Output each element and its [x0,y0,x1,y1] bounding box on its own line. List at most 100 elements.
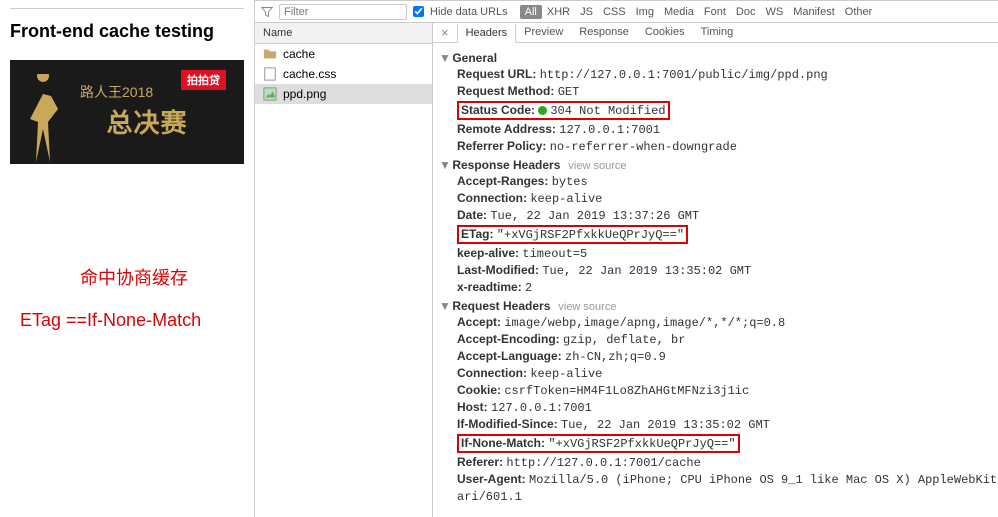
header-key: x-readtime: [457,280,522,294]
header-row: Accept: image/webp,image/apng,image/*,*/… [457,315,998,330]
devtools-network-panel: Hide data URLs AllXHRJSCSSImgMediaFontDo… [255,0,998,517]
header-key: Request URL: [457,67,536,81]
header-row: Date: Tue, 22 Jan 2019 13:37:26 GMT [457,208,998,223]
type-filter-img[interactable]: Img [631,5,659,19]
header-row: Referer: http://127.0.0.1:7001/cache [457,455,998,470]
header-row: keep-alive: timeout=5 [457,246,998,261]
header-row: Accept-Language: zh-CN,zh;q=0.9 [457,349,998,364]
header-key: Cookie: [457,383,501,397]
filter-input[interactable] [279,4,407,20]
header-key: ETag: [461,227,493,241]
hide-data-urls-checkbox[interactable] [413,6,424,17]
tab-timing[interactable]: Timing [693,23,742,42]
banner-sub: 路人王2018 [80,82,153,102]
header-value: 127.0.0.1:7001 [491,401,592,415]
request-list-header[interactable]: Name [255,23,432,44]
image-file-icon [263,87,277,101]
header-key: Connection: [457,191,527,205]
filter-icon[interactable] [261,6,273,18]
header-key: keep-alive: [457,246,519,260]
request-name: ppd.png [283,87,326,101]
header-key: Last-Modified: [457,263,539,277]
header-key: Accept-Ranges: [457,174,548,188]
section-general[interactable]: ▼ General [439,51,998,65]
request-name: cache [283,47,315,61]
header-key: Date: [457,208,487,222]
header-row: Last-Modified: Tue, 22 Jan 2019 13:35:02… [457,263,998,278]
section-request headers[interactable]: ▼ Request Headersview source [439,299,998,313]
type-filter-group: AllXHRJSCSSImgMediaFontDocWSManifestOthe… [520,5,878,19]
type-filter-ws[interactable]: WS [760,5,788,19]
annotation-line2: ETag ==If-None-Match [20,310,244,331]
header-key: Host: [457,400,488,414]
header-row: Connection: keep-alive [457,191,998,206]
header-key: Accept-Language: [457,349,562,363]
view-source-link[interactable]: view source [568,160,626,172]
disclosure-triangle-icon: ▼ [439,158,449,172]
header-value: "+xVGjRSF2PfxkkUeQPrJyQ==" [497,228,684,242]
header-value: csrfToken=HM4F1Lo8ZhAHGtMFNzi3j1ic [504,384,749,398]
close-icon[interactable]: × [433,25,457,40]
header-row: Request Method: GET [457,84,998,99]
type-filter-js[interactable]: JS [575,5,598,19]
header-row: Referrer Policy: no-referrer-when-downgr… [457,139,998,154]
header-value: Mozilla/5.0 (iPhone; CPU iPhone OS 9_1 l… [529,473,998,487]
page-title: Front-end cache testing [10,21,244,42]
header-value: keep-alive [530,192,602,206]
type-filter-xhr[interactable]: XHR [542,5,575,19]
type-filter-manifest[interactable]: Manifest [788,5,840,19]
header-key: Status Code: [461,103,535,117]
header-value: bytes [552,175,588,189]
type-filter-media[interactable]: Media [659,5,699,19]
type-filter-doc[interactable]: Doc [731,5,761,19]
header-key: Referer: [457,455,503,469]
view-source-link[interactable]: view source [558,301,616,313]
header-value: "+xVGjRSF2PfxkkUeQPrJyQ==" [548,437,735,451]
header-row: Status Code: 304 Not Modified [457,101,998,120]
tab-headers[interactable]: Headers [457,24,517,43]
tab-preview[interactable]: Preview [516,23,571,42]
page-content: Front-end cache testing 拍拍贷 路人王2018 总决赛 … [0,0,255,517]
header-key: Request Method: [457,84,554,98]
header-row: Request URL: http://127.0.0.1:7001/publi… [457,67,998,82]
header-value: http://127.0.0.1:7001/cache [506,456,700,470]
type-filter-css[interactable]: CSS [598,5,631,19]
request-row[interactable]: cache.css [255,64,432,84]
banner-image: 拍拍贷 路人王2018 总决赛 [10,60,244,164]
header-row: User-Agent: Mozilla/5.0 (iPhone; CPU iPh… [457,472,998,487]
header-value: keep-alive [530,367,602,381]
disclosure-triangle-icon: ▼ [439,299,449,313]
banner-tag: 拍拍贷 [181,70,226,90]
request-row[interactable]: cache [255,44,432,64]
header-value: 127.0.0.1:7001 [559,123,660,137]
header-row: x-readtime: 2 [457,280,998,295]
header-row: ETag: "+xVGjRSF2PfxkkUeQPrJyQ==" [457,225,998,244]
network-filter-bar: Hide data URLs AllXHRJSCSSImgMediaFontDo… [255,1,998,23]
header-row-wrap: ari/601.1 [457,489,998,504]
folder-icon [263,47,277,61]
header-value: zh-CN,zh;q=0.9 [565,350,666,364]
header-value: Tue, 22 Jan 2019 13:37:26 GMT [490,209,699,223]
header-key: If-None-Match: [461,436,545,450]
request-list: Name cache cache.css ppd.png [255,23,433,517]
header-row: Host: 127.0.0.1:7001 [457,400,998,415]
highlight-box: If-None-Match: "+xVGjRSF2PfxkkUeQPrJyQ==… [457,434,740,453]
header-row: If-Modified-Since: Tue, 22 Jan 2019 13:3… [457,417,998,432]
type-filter-font[interactable]: Font [699,5,731,19]
type-filter-other[interactable]: Other [840,5,878,19]
section-response headers[interactable]: ▼ Response Headersview source [439,158,998,172]
hide-data-urls-label: Hide data URLs [430,6,508,18]
header-key: If-Modified-Since: [457,417,558,431]
header-row: Accept-Encoding: gzip, deflate, br [457,332,998,347]
highlight-box: Status Code: 304 Not Modified [457,101,670,120]
header-value: timeout=5 [522,247,587,261]
tab-response[interactable]: Response [571,23,637,42]
header-value: 2 [525,281,532,295]
header-row: Connection: keep-alive [457,366,998,381]
request-details: × HeadersPreviewResponseCookiesTiming ▼ … [433,23,998,517]
file-icon [263,67,277,81]
type-filter-all[interactable]: All [520,5,542,19]
header-key: User-Agent: [457,472,526,486]
request-row[interactable]: ppd.png [255,84,432,104]
tab-cookies[interactable]: Cookies [637,23,693,42]
